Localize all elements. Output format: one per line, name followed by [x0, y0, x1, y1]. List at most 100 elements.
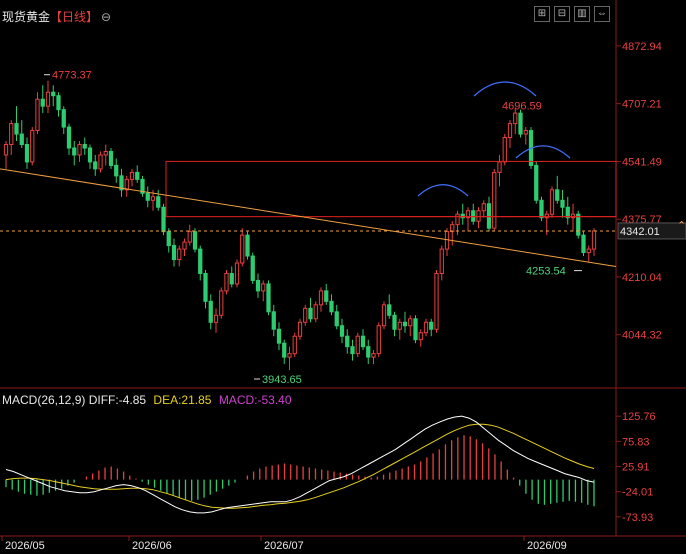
price-marker-icon: ⌃	[677, 220, 686, 232]
candle-body	[51, 91, 56, 97]
candle-body	[129, 171, 135, 180]
candle-body	[234, 262, 240, 285]
candle-body	[586, 248, 591, 254]
candle-body	[271, 311, 276, 330]
price-tick-label: 4541.49	[622, 156, 662, 168]
candle-body	[560, 199, 565, 208]
candle-body	[502, 137, 507, 163]
candle-body	[334, 311, 339, 327]
candle-body	[297, 321, 303, 337]
candle-body	[591, 230, 597, 250]
candle-body	[108, 150, 114, 166]
candle-body	[135, 171, 140, 180]
candle-body	[77, 144, 82, 156]
annotation-high-right: 4696.59	[502, 101, 542, 113]
candle-body	[544, 213, 549, 219]
candle-body	[513, 112, 518, 125]
macd-tick-label: 75.83	[622, 436, 650, 448]
candle-body	[114, 164, 119, 177]
candle-body	[460, 213, 465, 219]
candle-body	[376, 325, 381, 355]
candle-body	[30, 130, 35, 163]
candle-body	[87, 147, 93, 163]
candle-body	[402, 321, 408, 327]
candle-body	[303, 307, 308, 323]
candle-body	[156, 196, 161, 208]
candle-body	[492, 171, 497, 229]
candle-body	[366, 346, 371, 358]
candle-body	[35, 98, 40, 132]
macd-tick-label: -73.93	[622, 512, 653, 524]
candle-body	[313, 304, 318, 320]
candle-body	[182, 241, 187, 250]
price-tick-label: 4707.21	[622, 99, 662, 111]
annotation-low: 3943.65	[262, 374, 302, 386]
candle-body	[329, 300, 334, 313]
candle-body	[534, 164, 539, 201]
candle-body	[166, 231, 171, 247]
candle-body	[518, 112, 523, 135]
candle-body	[308, 307, 313, 320]
annotation-high-left: 4773.37	[52, 70, 92, 82]
candle-body	[507, 123, 513, 139]
macd-tick-label: 25.91	[622, 462, 650, 474]
candle-body	[208, 300, 213, 323]
candle-body	[355, 335, 360, 355]
annotation-low-right: 4253.54	[526, 266, 566, 278]
candle-body	[145, 192, 150, 201]
candle-body	[229, 272, 234, 285]
candle-body	[549, 189, 555, 215]
candle-body	[371, 353, 376, 358]
pattern-arc	[417, 184, 469, 197]
candle-body	[408, 318, 413, 327]
candle-body	[324, 290, 329, 302]
candle-body	[61, 109, 66, 128]
candle-body	[565, 206, 570, 219]
candle-body	[539, 199, 544, 219]
candle-body	[392, 314, 397, 330]
candle-body	[103, 150, 108, 156]
chart-canvas[interactable]: 4872.944707.214541.494375.774210.044044.…	[0, 0, 686, 554]
candle-body	[282, 342, 287, 358]
candle-body	[455, 213, 460, 226]
candle-body	[423, 321, 429, 334]
candle-body	[3, 144, 9, 156]
candle-body	[429, 321, 434, 330]
candle-body	[345, 335, 350, 348]
candle-body	[318, 290, 324, 306]
current-price-label: 4342.01	[620, 226, 660, 238]
candle-body	[476, 210, 481, 222]
macd-tick-label: -24.01	[622, 487, 653, 499]
candle-body	[124, 178, 129, 191]
candle-body	[576, 213, 581, 236]
candle-body	[177, 248, 182, 261]
candle-body	[224, 272, 229, 292]
candle-body	[9, 123, 14, 146]
candle-body	[276, 328, 282, 344]
candle-body	[397, 321, 402, 330]
x-axis-label: 2026/07	[264, 540, 304, 552]
candle-body	[434, 272, 439, 330]
x-axis-label: 2026/05	[5, 540, 45, 552]
candle-body	[93, 161, 98, 170]
candle-body	[66, 126, 72, 149]
candle-body	[523, 130, 528, 135]
candle-body	[24, 144, 30, 163]
x-axis-label: 2026/09	[527, 540, 567, 552]
candle-body	[387, 304, 392, 316]
trendline	[0, 168, 617, 267]
candle-body	[245, 234, 250, 257]
candle-body	[266, 283, 271, 313]
macd-dea-line	[5, 423, 595, 509]
candle-body	[82, 144, 87, 149]
candle-body	[481, 203, 486, 212]
price-tick-label: 4872.94	[622, 41, 662, 53]
candle-body	[98, 154, 103, 170]
candle-body	[240, 234, 245, 264]
candle-body	[555, 189, 560, 201]
candle-body	[219, 290, 224, 316]
candle-body	[19, 133, 24, 146]
candle-body	[570, 213, 576, 219]
candle-body	[72, 147, 77, 156]
candle-body	[45, 91, 51, 107]
